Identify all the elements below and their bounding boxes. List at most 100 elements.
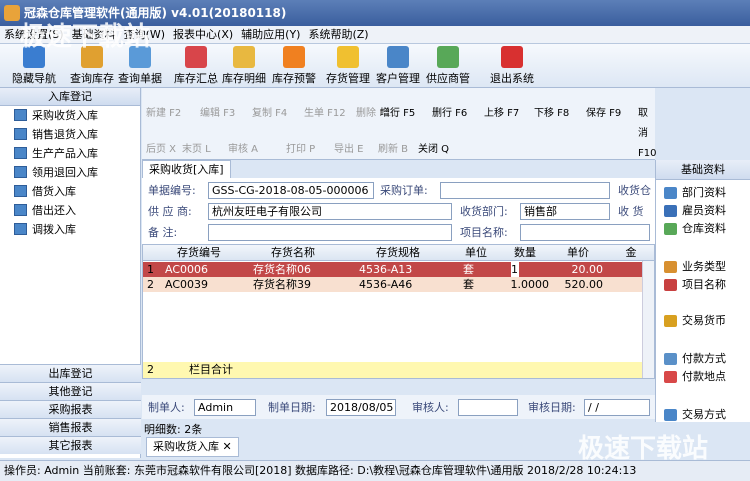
menu-aux[interactable]: 辅助应用(Y)	[237, 26, 304, 44]
doc-icon	[14, 147, 27, 159]
doc-form: 单据编号: GSS-CG-2018-08-05-000006 采购订单: 收货仓…	[142, 178, 655, 244]
doc-toolbar: 新建 F2 编辑 F3 复制 F4 生单 F12 删除 F11 增行 F5 删行 F6 上移 …	[142, 88, 656, 160]
nav-item-1[interactable]: 销售退货入库	[0, 125, 140, 144]
col-unit: 单位	[465, 246, 487, 259]
grid-scrollbar[interactable]	[642, 261, 654, 378]
nav-item-label: 销售退货入库	[32, 128, 98, 141]
toolbar-btn-3[interactable]: 库存汇总	[170, 46, 222, 86]
right-item-label: 业务类型	[682, 260, 726, 273]
nav-item-6[interactable]: 调拨入库	[0, 220, 140, 239]
right-item-icon	[664, 279, 677, 291]
doc-no-field[interactable]: GSS-CG-2018-08-05-000006	[208, 182, 374, 199]
right-item-icon	[664, 353, 677, 365]
toolbar-btn-8[interactable]: 供应商管理	[422, 46, 474, 101]
right-header[interactable]: 基础资料	[656, 160, 750, 180]
right-item-label: 交易货币	[682, 314, 726, 327]
grid-header: 存货编号 存货名称 存货规格 单位 数量 单价 金	[143, 245, 654, 261]
doc-btn-0[interactable]: 新建 F2	[146, 104, 181, 124]
doc-icon	[14, 166, 27, 178]
toolbar-btn-9[interactable]: 退出系统	[486, 46, 538, 86]
right-item-0[interactable]: 部门资料	[664, 184, 726, 202]
col-code: 存货编号	[177, 246, 221, 259]
col-qty: 数量	[514, 246, 536, 259]
table-row[interactable]: 2 AC0039 存货名称39 4536-A46 套 1.0000 520.00	[143, 277, 643, 292]
toolbar-label-7: 客户管理	[376, 72, 420, 85]
right-item-icon	[664, 371, 677, 383]
doc-btn-7[interactable]: 上移 F7	[484, 104, 519, 124]
doc-btn-10[interactable]: 取消 F10	[638, 104, 656, 159]
doc-btn2-4[interactable]: 导出 E	[334, 140, 364, 160]
doc-btn-8[interactable]: 下移 F8	[534, 104, 569, 124]
doc-btn2-6[interactable]: 关闭 Q	[418, 140, 449, 160]
right-item-label: 付款地点	[682, 370, 726, 383]
doc-icon	[14, 223, 27, 235]
toolbar-btn-4[interactable]: 库存明细	[218, 46, 270, 86]
doc-btn-9[interactable]: 保存 F9	[586, 104, 621, 124]
toolbar-icon-7	[387, 46, 409, 68]
nav-sales-report[interactable]: 销售报表	[0, 418, 141, 436]
right-item-label: 交易方式	[682, 408, 726, 421]
nav-item-5[interactable]: 借出还入	[0, 201, 140, 220]
toolbar-btn-6[interactable]: 存货管理	[322, 46, 374, 86]
nav-item-3[interactable]: 领用退回入库	[0, 163, 140, 182]
nav-item-2[interactable]: 生产产品入库	[0, 144, 140, 163]
detail-grid: 存货编号 存货名称 存货规格 单位 数量 单价 金 1 AC0006 存货名称0…	[142, 244, 655, 379]
doc-btn2-1[interactable]: 末页 L	[182, 140, 211, 160]
doc-btn-5[interactable]: 增行 F5	[380, 104, 415, 124]
right-item-icon	[664, 223, 677, 235]
doc-btn-1[interactable]: 编辑 F3	[200, 104, 235, 124]
doc-btn-3[interactable]: 生单 F12	[304, 104, 346, 124]
col-name: 存货名称	[271, 246, 315, 259]
right-item-2[interactable]: 仓库资料	[664, 220, 726, 238]
doc-btn-2[interactable]: 复制 F4	[252, 104, 287, 124]
right-item-4[interactable]: 项目名称	[664, 276, 726, 294]
toolbar-icon-4	[233, 46, 255, 68]
right-item-8[interactable]: 交易方式	[664, 406, 726, 424]
nav-header[interactable]: 入库登记	[0, 88, 140, 106]
toolbar-btn-5[interactable]: 库存预警	[268, 46, 320, 86]
table-row[interactable]: 1 AC0006 存货名称06 4536-A13 套 1 20.00	[143, 262, 643, 277]
toolbar-label-5: 库存预警	[272, 72, 316, 85]
right-item-6[interactable]: 付款方式	[664, 350, 726, 368]
toolbar-btn-7[interactable]: 客户管理	[372, 46, 424, 86]
doc-tabbar: 采购收货[入库]	[142, 160, 655, 179]
right-item-1[interactable]: 雇员资料	[664, 202, 726, 220]
close-icon[interactable]: ✕	[223, 440, 232, 453]
menu-help[interactable]: 系统帮助(Z)	[304, 26, 372, 44]
label-auditor: 审核人:	[412, 401, 449, 414]
tab-purchase-doc[interactable]: 采购收货[入库]	[142, 160, 231, 179]
supplier-field[interactable]: 杭州友旺电子有限公司	[208, 203, 452, 220]
col-price: 单价	[567, 246, 589, 259]
auditor-field[interactable]	[458, 399, 518, 416]
doc-btn2-2[interactable]: 审核 A	[228, 140, 258, 160]
nav-purchase-report[interactable]: 采购报表	[0, 400, 141, 418]
doc-btn-6[interactable]: 删行 F6	[432, 104, 467, 124]
nav-item-label: 领用退回入库	[32, 166, 98, 179]
doc-footer: 制单人: Admin 制单日期: 2018/08/05 审核人: 审核日期: /…	[142, 395, 655, 419]
nav-item-0[interactable]: 采购收货入库	[0, 106, 140, 125]
nav-other-report[interactable]: 其它报表	[0, 436, 141, 454]
tab-bottom-purchase[interactable]: 采购收货入库 ✕	[146, 437, 239, 457]
right-item-7[interactable]: 付款地点	[664, 368, 726, 386]
col-spec: 存货规格	[376, 246, 420, 259]
label-order: 采购订单:	[380, 184, 428, 197]
date-field[interactable]: 2018/08/05	[326, 399, 396, 416]
right-item-label: 项目名称	[682, 278, 726, 291]
doc-btn2-0[interactable]: 后页 X	[146, 140, 176, 160]
menu-report[interactable]: 报表中心(X)	[169, 26, 237, 44]
order-field[interactable]	[440, 182, 610, 199]
dept-field[interactable]: 销售部	[520, 203, 610, 220]
note-field[interactable]	[208, 224, 452, 241]
project-field[interactable]	[520, 224, 650, 241]
grid-total-row: 2 栏目合计	[143, 362, 643, 378]
nav-out[interactable]: 出库登记	[0, 364, 141, 382]
audit-date-field[interactable]: / /	[584, 399, 650, 416]
maker-field[interactable]: Admin	[194, 399, 256, 416]
nav-item-4[interactable]: 借货入库	[0, 182, 140, 201]
doc-btn2-5[interactable]: 刷新 B	[378, 140, 408, 160]
right-item-5[interactable]: 交易货币	[664, 312, 726, 330]
right-item-icon	[664, 261, 677, 273]
doc-btn2-3[interactable]: 打印 P	[286, 140, 315, 160]
nav-other[interactable]: 其他登记	[0, 382, 141, 400]
right-item-3[interactable]: 业务类型	[664, 258, 726, 276]
